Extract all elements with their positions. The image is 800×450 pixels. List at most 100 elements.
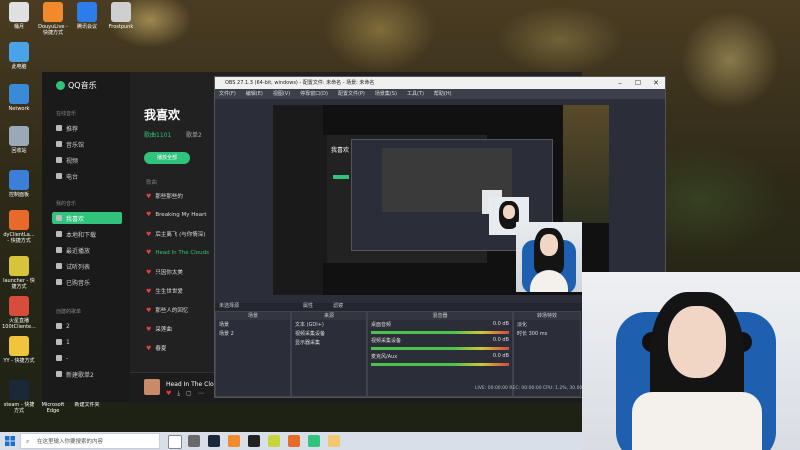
desktop-icon[interactable]: 火星直播 100tCliente... (2, 296, 36, 330)
sidebar-item[interactable]: 最近播放 (52, 244, 122, 256)
volume-meter[interactable] (371, 363, 509, 366)
app-icon[interactable] (268, 435, 280, 447)
douyu-icon[interactable] (228, 435, 240, 447)
taskbar: ⌕ 在这里输入你要搜索的内容 (0, 432, 582, 450)
qq-music-taskbar-icon[interactable] (308, 435, 320, 447)
close-icon[interactable]: ✕ (647, 77, 665, 89)
sidebar-item[interactable]: 推荐 (52, 122, 122, 134)
sidebar-item[interactable]: 试听列表 (52, 260, 122, 272)
transition-mode[interactable]: 淡化 (514, 320, 580, 329)
source-item[interactable]: 文本 (GDI+) (292, 320, 366, 329)
source-label: 未选择源 (219, 303, 240, 309)
webcam-large (582, 272, 800, 450)
scene-item[interactable]: 场景 (216, 320, 290, 329)
album-cover[interactable] (144, 379, 160, 395)
heart-icon[interactable]: ♥ (146, 345, 151, 352)
song-row[interactable]: ♥ Breaking My Heart (146, 211, 207, 218)
song-row[interactable]: ♥ 只因你太美 (146, 268, 183, 277)
sidebar-item[interactable]: 新建歌单2 (52, 368, 122, 380)
menu-item[interactable]: 停靠窗口(D) (300, 89, 328, 99)
sidebar-item[interactable]: 我喜欢 (52, 212, 122, 224)
volume-meter[interactable] (371, 331, 509, 334)
heart-icon[interactable]: ♥ (146, 307, 151, 314)
volume-meter[interactable] (371, 347, 509, 350)
desktop-icon[interactable]: 回收站 (2, 126, 36, 154)
tab-playlists[interactable]: 歌单2 (186, 130, 202, 139)
heart-icon[interactable]: ♥ (146, 211, 151, 218)
menu-item[interactable]: 配置文件(P) (338, 89, 365, 99)
properties-button[interactable]: 属性 (303, 302, 313, 309)
sidebar-item[interactable]: 电台 (52, 170, 122, 182)
tab-songs[interactable]: 歌曲1101 (144, 130, 171, 139)
app-name: QQ音乐 (68, 81, 97, 90)
minimize-icon[interactable]: – (611, 77, 629, 89)
app-icon (43, 2, 63, 22)
desktop-icon[interactable]: DouyuLive - 快捷方式 (36, 2, 70, 36)
desktop-icon[interactable]: Frostpunk (104, 2, 138, 30)
mixer-db: 0.0 dB (492, 337, 509, 343)
menu-item[interactable]: 场景集(S) (375, 89, 397, 99)
duration-value[interactable]: 300 ms (529, 331, 548, 337)
taskbar-search-input[interactable]: ⌕ 在这里输入你要搜索的内容 (20, 433, 160, 449)
download-icon[interactable]: ⤓ (177, 390, 180, 398)
app-icon (9, 126, 29, 146)
desktop-icon[interactable]: launcher - 快捷方式 (2, 256, 36, 290)
section-mine: 我的音乐 (56, 201, 77, 207)
sidebar-item-label: 1 (66, 338, 70, 346)
obs-icon[interactable] (248, 435, 260, 447)
song-row[interactable]: ♥ Head In The Clouds (146, 249, 209, 256)
desktop-icon[interactable]: dyClientLa... - 快捷方式 (2, 210, 36, 244)
sidebar-item[interactable]: 视频 (52, 154, 122, 166)
more-icon[interactable]: ⋯ (198, 390, 204, 398)
heart-icon[interactable]: ♥ (146, 249, 151, 256)
sidebar-item[interactable]: 1 (52, 336, 122, 348)
heart-icon[interactable]: ♥ (146, 269, 151, 276)
scene-item[interactable]: 场景 2 (216, 329, 290, 338)
face (668, 306, 726, 378)
song-row[interactable]: ♥ 采莲曲 (146, 325, 172, 334)
desktop-icon[interactable]: Network (2, 84, 36, 112)
heart-icon[interactable]: ♥ (146, 231, 151, 238)
folder-icon[interactable] (328, 435, 340, 447)
menu-item[interactable]: 编辑(E) (246, 89, 263, 99)
sidebar-item[interactable]: - (52, 352, 122, 364)
play-all-button[interactable]: 播放全部 (144, 152, 190, 164)
transitions-dock: 转场特效 淡化 时长 300 ms (513, 311, 581, 397)
menu-item[interactable]: 工具(T) (407, 89, 424, 99)
sidebar-item-icon (56, 355, 62, 361)
menu-item[interactable]: 文件(F) (219, 89, 236, 99)
desktop-icon[interactable]: 桶月 (2, 2, 36, 30)
windows-start-icon[interactable] (5, 436, 15, 446)
menu-item[interactable]: 帮助(H) (434, 89, 452, 99)
app-icon[interactable] (188, 435, 200, 447)
steam-icon[interactable] (208, 435, 220, 447)
desktop-icon[interactable]: 腾讯会议 (70, 2, 104, 30)
song-row[interactable]: ♥ 春夏 (146, 344, 166, 353)
comment-icon[interactable]: ▢ (186, 390, 192, 398)
desktop-icon[interactable]: 此电脑 (2, 42, 36, 70)
song-row[interactable]: ♥ 那些那些的 (146, 192, 183, 201)
maximize-icon[interactable]: ☐ (629, 77, 647, 89)
sidebar-item[interactable]: 已购音乐 (52, 276, 122, 288)
sidebar-item[interactable]: 2 (52, 320, 122, 332)
heart-icon[interactable]: ♥ (146, 288, 151, 295)
song-row[interactable]: ♥ 生生世世爱 (146, 287, 183, 296)
like-icon[interactable]: ♥ (166, 390, 171, 398)
source-item[interactable]: 显示器采集 (292, 338, 366, 347)
sources-dock: 来源 文本 (GDI+) 视频采集设备 显示器采集 (291, 311, 367, 397)
source-item[interactable]: 视频采集设备 (292, 329, 366, 338)
desktop-icon[interactable]: 控制面板 (2, 170, 36, 198)
sidebar-item-label: 最近播放 (66, 247, 91, 255)
sidebar-item[interactable]: 音乐馆 (52, 138, 122, 150)
filters-button[interactable]: 滤镜 (333, 302, 343, 309)
desktop-icon[interactable]: steam - 快捷方式 (2, 380, 36, 414)
firefox-icon[interactable] (288, 435, 300, 447)
song-row[interactable]: ♥ 那些人的回忆 (146, 306, 188, 315)
heart-icon[interactable]: ♥ (146, 193, 151, 200)
song-row[interactable]: ♥ 后主离飞 (与你情深) (146, 230, 205, 239)
desktop-icon[interactable]: YY - 快捷方式 (2, 336, 36, 364)
menu-item[interactable]: 视图(V) (273, 89, 290, 99)
sidebar-item[interactable]: 本地和下载 (52, 228, 122, 240)
task-view-icon[interactable] (168, 435, 182, 449)
heart-icon[interactable]: ♥ (146, 326, 151, 333)
